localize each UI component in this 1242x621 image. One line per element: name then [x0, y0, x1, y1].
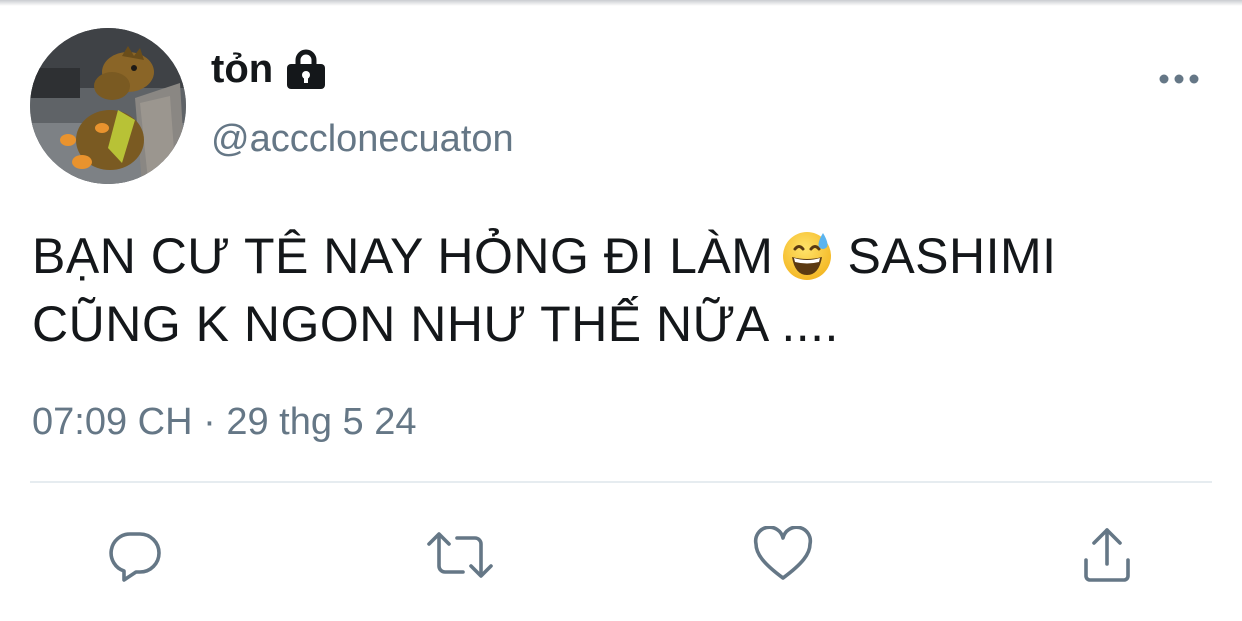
username[interactable]: @accclonecuaton [211, 116, 514, 162]
timestamp-row: 07:09 CH · 29 thg 5 24 [32, 398, 417, 446]
avatar[interactable] [30, 28, 186, 184]
share-button[interactable] [1072, 520, 1142, 590]
display-name-row: tỏn [211, 44, 327, 94]
display-name[interactable]: tỏn [211, 44, 273, 94]
share-upload-icon [1084, 528, 1130, 582]
timestamp-separator: · [203, 401, 216, 443]
tweet-text: BẠN CƯ TÊ NAY HỎNG ĐI LÀM SASHIMI CŨNG K… [32, 222, 1212, 358]
lock-icon [285, 47, 327, 91]
top-edge-shadow [0, 0, 1242, 6]
tweet-card: tỏn @accclonecuaton BẠN CƯ TÊ NAY HỎNG Đ… [0, 0, 1242, 621]
like-button[interactable] [748, 520, 818, 590]
more-dots-icon [1159, 74, 1199, 84]
divider [30, 481, 1212, 483]
tweet-time[interactable]: 07:09 CH [32, 401, 193, 443]
retweet-icon [427, 532, 493, 578]
reply-bubble-icon [109, 532, 161, 582]
tweet-text-part1: BẠN CƯ TÊ NAY HỎNG ĐI LÀM [32, 228, 774, 284]
reply-button[interactable] [100, 520, 170, 590]
heart-icon [753, 526, 813, 580]
retweet-button[interactable] [424, 520, 496, 590]
more-options-button[interactable] [1150, 62, 1208, 96]
tweet-date[interactable]: 29 thg 5 24 [226, 401, 416, 443]
grinning-face-with-sweat-icon [781, 229, 833, 281]
